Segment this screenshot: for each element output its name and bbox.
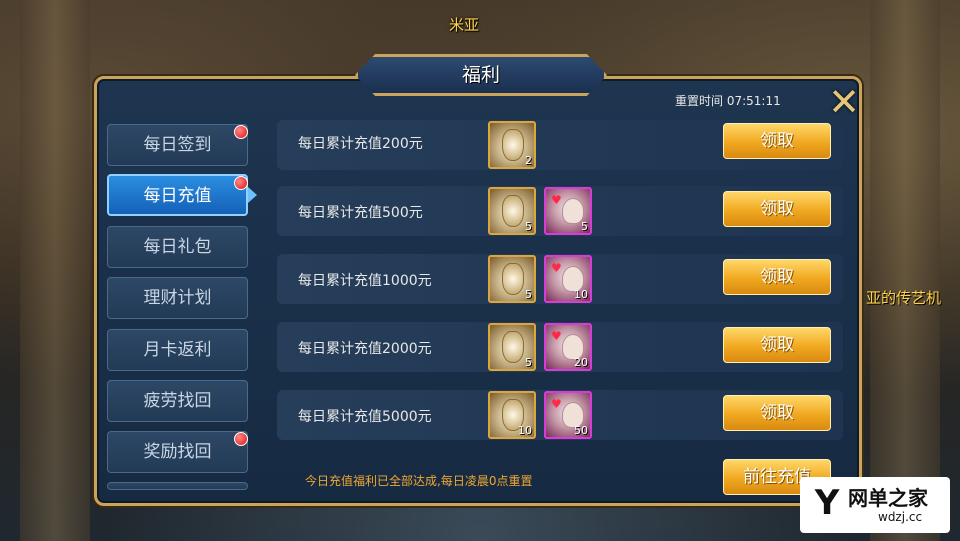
- claim-button[interactable]: 领取: [723, 191, 831, 227]
- reward-label: 每日累计充值5000元: [298, 409, 432, 425]
- close-x-icon[interactable]: ✕: [824, 82, 864, 122]
- active-arrow-icon: [248, 187, 257, 203]
- notification-dot-icon: [234, 125, 248, 139]
- background-pillar-left: [20, 0, 90, 541]
- claim-button[interactable]: 领取: [723, 327, 831, 363]
- reset-time: 重置时间 07:51:11: [675, 94, 781, 108]
- gold-vase-icon[interactable]: 5: [488, 187, 536, 235]
- gold-vase-icon[interactable]: 5: [488, 255, 536, 303]
- hero-card-icon[interactable]: ♥ 20: [544, 323, 592, 371]
- hero-card-icon[interactable]: ♥ 50: [544, 391, 592, 439]
- hero-card-icon[interactable]: ♥ 5: [544, 187, 592, 235]
- claim-button[interactable]: 领取: [723, 395, 831, 431]
- watermark-url: wdzj.cc: [878, 510, 923, 524]
- menu-item-monthly-card[interactable]: 月卡返利: [107, 329, 248, 371]
- menu-item-partial[interactable]: [107, 482, 248, 490]
- gold-vase-icon[interactable]: 10: [488, 391, 536, 439]
- scene-side-text: 亚的传艺机: [866, 289, 942, 307]
- scene-name: 米亚: [449, 16, 480, 34]
- panel-title: 福利: [461, 64, 500, 86]
- background-pillar-right: [870, 0, 940, 541]
- menu-item-daily-recharge[interactable]: 每日充值: [107, 174, 248, 216]
- reward-label: 每日累计充值200元: [298, 136, 423, 152]
- menu-item-daily-gift[interactable]: 每日礼包: [107, 226, 248, 268]
- reward-label: 每日累计充值1000元: [298, 273, 432, 289]
- notification-dot-icon: [234, 176, 248, 190]
- menu-item-finance-plan[interactable]: 理财计划: [107, 277, 248, 319]
- claim-button[interactable]: 领取: [723, 123, 831, 159]
- claim-button[interactable]: 领取: [723, 259, 831, 295]
- hero-card-icon[interactable]: ♥ 10: [544, 255, 592, 303]
- reward-label: 每日累计充值500元: [298, 205, 423, 221]
- notification-dot-icon: [234, 432, 248, 446]
- gold-vase-icon[interactable]: 5: [488, 323, 536, 371]
- menu-item-daily-signin[interactable]: 每日签到: [107, 124, 248, 166]
- menu-item-reward-recovery[interactable]: 奖励找回: [107, 431, 248, 473]
- watermark-text: 网单之家: [848, 486, 928, 510]
- gold-vase-icon[interactable]: 2: [488, 121, 536, 169]
- reset-note: 今日充值福利已全部达成,每日凌晨0点重置: [305, 474, 533, 488]
- watermark-mark-icon: Y: [814, 483, 840, 523]
- reward-label: 每日累计充值2000元: [298, 341, 432, 357]
- menu-item-fatigue-recovery[interactable]: 疲劳找回: [107, 380, 248, 422]
